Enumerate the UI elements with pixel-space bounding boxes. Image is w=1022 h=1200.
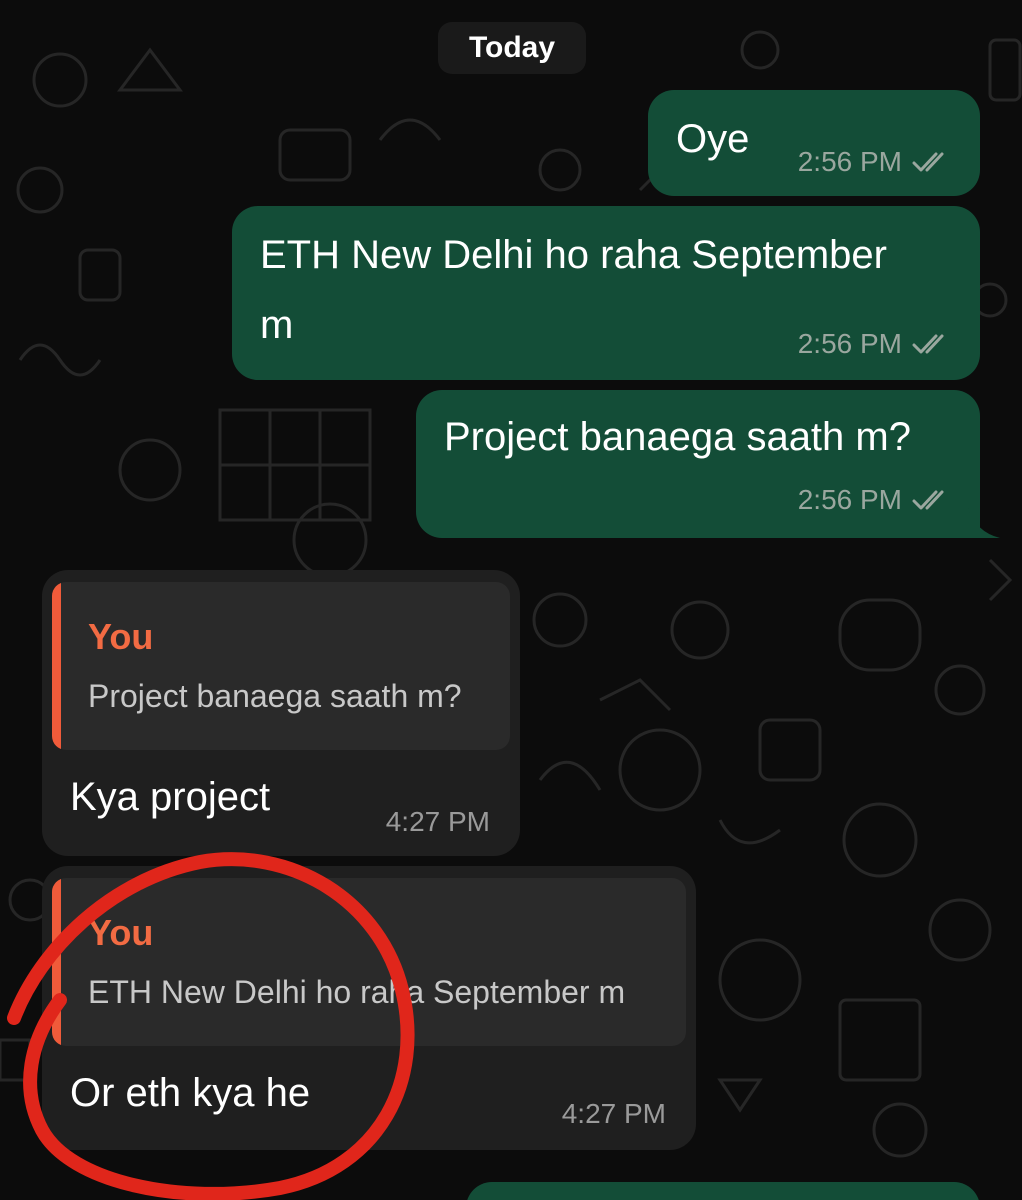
quote-accent-bar (52, 878, 61, 1046)
message-meta: 4:27 PM (562, 1098, 666, 1130)
quote-text: ETH New Delhi ho raha September m (88, 974, 626, 1010)
message-time: 4:27 PM (385, 806, 490, 837)
outgoing-message-partial[interactable] (466, 1182, 980, 1200)
message-meta: 2:56 PM (798, 484, 952, 516)
message-meta: 2:56 PM (798, 328, 952, 360)
quote-author: You (88, 616, 154, 657)
message-time: 2:56 PM (797, 328, 902, 359)
message-meta: 4:27 PM (386, 806, 490, 838)
message-time: 2:56 PM (797, 484, 902, 515)
quote-accent-bar (52, 582, 61, 750)
bubble-tail (968, 508, 1000, 538)
outgoing-message[interactable]: ETH New Delhi ho raha September m 2:56 P… (232, 206, 980, 380)
quote-text: Project banaega saath m? (88, 678, 462, 714)
quoted-message[interactable]: You Project banaega saath m? (52, 582, 510, 750)
message-time: 4:27 PM (561, 1098, 666, 1129)
message-meta: 2:56 PM (798, 146, 952, 178)
message-text: Or eth kya he (70, 1071, 311, 1115)
message-text: Project banaega saath m? (444, 415, 911, 459)
outgoing-message[interactable]: Project banaega saath m? 2:56 PM (416, 390, 980, 538)
message-text: Oye (676, 117, 750, 161)
outgoing-message[interactable]: Oye 2:56 PM (648, 90, 980, 196)
message-text: Kya project (70, 775, 271, 819)
incoming-message[interactable]: You Project banaega saath m? Kya project… (42, 570, 520, 856)
message-text-line-1: ETH New Delhi ho raha September (260, 233, 887, 277)
chat-window: Today Oye 2:56 PM ETH New Delhi ho raha … (0, 0, 1022, 1200)
double-check-icon (912, 152, 944, 172)
double-check-icon (912, 334, 944, 354)
message-time: 2:56 PM (797, 146, 902, 177)
quote-author: You (88, 912, 154, 953)
incoming-message[interactable]: You ETH New Delhi ho raha September m Or… (42, 866, 696, 1150)
double-check-icon (912, 490, 944, 510)
message-text-line-2: m (260, 303, 294, 347)
quoted-message[interactable]: You ETH New Delhi ho raha September m (52, 878, 686, 1046)
date-separator: Today (438, 22, 586, 74)
